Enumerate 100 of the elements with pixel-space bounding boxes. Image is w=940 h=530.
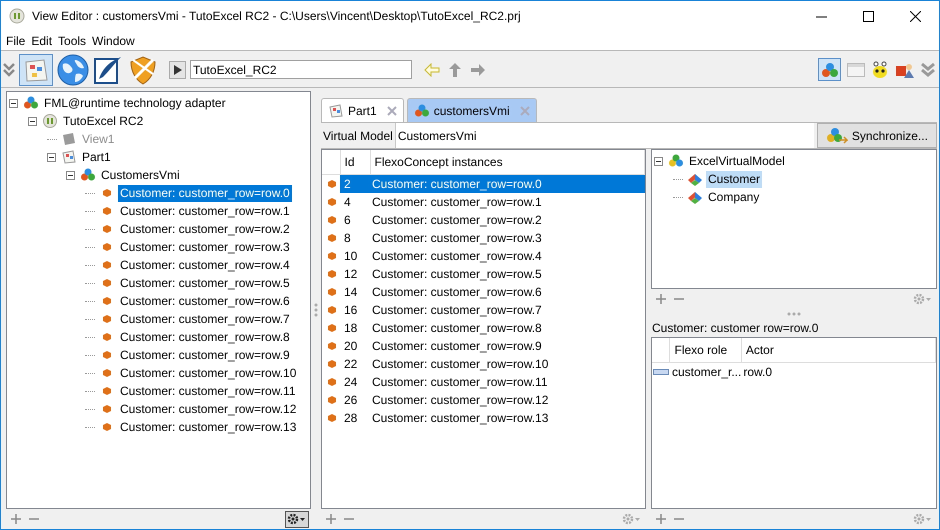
tree-item[interactable]: Customer: customer_row=row.11 <box>118 382 298 400</box>
table-cell[interactable]: 28 <box>340 408 370 426</box>
tree-item[interactable]: Customer: customer_row=row.1 <box>118 202 292 220</box>
table-cell[interactable]: 2 <box>340 174 370 192</box>
tree-item[interactable]: Part1 <box>80 148 113 166</box>
table-cell[interactable]: Customer: customer_row=row.10 <box>370 354 644 372</box>
forward-arrow-icon[interactable] <box>470 62 486 76</box>
table-cell[interactable]: Customer: customer_row=row.5 <box>370 264 644 282</box>
menu-item[interactable]: File <box>3 32 28 50</box>
document-quill-icon[interactable] <box>93 54 123 84</box>
app-icon <box>9 8 25 24</box>
cubes-icon <box>80 167 96 183</box>
collapse-icon[interactable] <box>654 156 663 166</box>
add-icon[interactable] <box>653 511 669 527</box>
tree-item[interactable]: Company <box>706 188 762 206</box>
tree-item[interactable]: Customer: customer_row=row.7 <box>118 310 292 328</box>
splitter-handle-icon[interactable] <box>786 312 802 316</box>
cubes-tool-button[interactable] <box>818 58 841 81</box>
tree-item[interactable]: Customer: customer_row=row.4 <box>118 256 292 274</box>
gear-icon[interactable] <box>622 513 642 525</box>
add-icon[interactable] <box>8 511 24 527</box>
table-cell[interactable]: 8 <box>340 228 370 246</box>
table-cell[interactable]: 10 <box>340 246 370 264</box>
back-arrow-icon[interactable] <box>424 62 440 76</box>
up-arrow-icon[interactable] <box>448 62 462 78</box>
collapse-icon[interactable] <box>66 170 75 180</box>
tab[interactable]: Part1 <box>321 98 404 122</box>
diagram-icon <box>61 149 77 165</box>
tree-item[interactable]: Customer: customer_row=row.3 <box>118 238 292 256</box>
tree-item[interactable]: Customer: customer_row=row.0 <box>118 184 292 202</box>
gear-icon[interactable] <box>913 293 933 305</box>
tree-item[interactable]: Customer: customer_row=row.9 <box>118 346 292 364</box>
close-icon[interactable] <box>910 10 921 22</box>
tab[interactable]: customersVmi <box>406 98 537 122</box>
tree-item[interactable]: Customer: customer_row=row.6 <box>118 292 292 310</box>
table-cell[interactable]: 16 <box>340 300 370 318</box>
collapse-icon[interactable] <box>47 152 56 162</box>
table-cell[interactable]: Customer: customer_row=row.3 <box>370 228 644 246</box>
path-field[interactable]: TutoExcel_RC2 <box>190 60 412 79</box>
puzzle-icon <box>687 171 703 187</box>
table-cell[interactable]: Customer: customer_row=row.2 <box>370 210 644 228</box>
tree-item[interactable]: CustomersVmi <box>99 166 182 184</box>
synchronize-button[interactable]: Synchronize... <box>816 123 937 148</box>
maximize-icon[interactable] <box>863 10 874 22</box>
tree-item[interactable]: Customer: customer_row=row.2 <box>118 220 292 238</box>
gear-icon[interactable] <box>913 513 933 525</box>
table-cell[interactable]: 6 <box>340 210 370 228</box>
table-cell[interactable]: 24 <box>340 372 370 390</box>
table-cell[interactable]: Customer: customer_row=row.1 <box>370 192 644 210</box>
table-cell[interactable]: Customer: customer_row=row.11 <box>370 372 644 390</box>
tree-item[interactable]: ExcelVirtualModel <box>687 152 787 170</box>
tree-item[interactable]: Customer: customer_row=row.8 <box>118 328 292 346</box>
collapse-icon[interactable] <box>28 116 37 126</box>
collapse-icon[interactable] <box>9 98 18 108</box>
table-cell[interactable]: 12 <box>340 264 370 282</box>
table-cell[interactable]: 14 <box>340 282 370 300</box>
tree-item[interactable]: Customer <box>706 170 762 188</box>
table-cell[interactable]: Customer: customer_row=row.0 <box>370 174 644 192</box>
view-icon <box>61 131 77 147</box>
window-icon[interactable] <box>847 62 865 76</box>
double-chevron-icon[interactable] <box>3 62 15 76</box>
tree-item[interactable]: Customer: customer_row=row.10 <box>118 364 298 382</box>
add-icon[interactable] <box>323 511 339 527</box>
globe-icon[interactable] <box>57 54 89 86</box>
tree-item[interactable]: Customer: customer_row=row.5 <box>118 274 292 292</box>
table-cell[interactable]: 18 <box>340 318 370 336</box>
column-header[interactable]: FlexoConcept instances <box>370 150 644 174</box>
table-cell[interactable]: 20 <box>340 336 370 354</box>
tree-item[interactable]: Customer: customer_row=row.13 <box>118 418 298 436</box>
menu-item[interactable]: Window <box>89 32 138 50</box>
splitter-handle-icon[interactable] <box>314 302 318 318</box>
table-cell[interactable]: Customer: customer_row=row.8 <box>370 318 644 336</box>
add-icon[interactable] <box>653 291 669 307</box>
table-cell[interactable]: Customer: customer_row=row.9 <box>370 336 644 354</box>
column-header[interactable]: Id <box>340 150 370 174</box>
project-icon <box>42 113 58 129</box>
bee-icon[interactable] <box>871 60 889 78</box>
table-cell[interactable]: 26 <box>340 390 370 408</box>
tree-item[interactable]: FML@runtime technology adapter <box>42 94 228 112</box>
column-header[interactable]: Flexo role <box>670 338 742 362</box>
table-cell[interactable]: Customer: customer_row=row.12 <box>370 390 644 408</box>
play-icon[interactable] <box>169 60 186 78</box>
gear-menu-button[interactable] <box>285 510 309 528</box>
table-cell[interactable]: Customer: customer_row=row.7 <box>370 300 644 318</box>
table-cell[interactable]: Customer: customer_row=row.4 <box>370 246 644 264</box>
field-type-icon <box>653 368 669 374</box>
table-cell[interactable]: Customer: customer_row=row.13 <box>370 408 644 426</box>
menu-item[interactable]: Edit <box>28 32 56 50</box>
tree-item[interactable]: Customer: customer_row=row.12 <box>118 400 298 418</box>
table-cell[interactable]: Customer: customer_row=row.6 <box>370 282 644 300</box>
double-chevron-icon[interactable] <box>921 62 935 78</box>
column-header[interactable]: Actor <box>741 338 936 362</box>
tree-item[interactable]: TutoExcel RC2 <box>61 112 146 130</box>
menu-item[interactable]: Tools <box>55 32 90 50</box>
table-cell[interactable]: 4 <box>340 192 370 210</box>
table-cell: row.0 <box>741 362 936 380</box>
diagram-tool-button[interactable] <box>19 54 53 86</box>
table-cell[interactable]: 22 <box>340 354 370 372</box>
cubes-icon <box>668 153 684 169</box>
virtual-model-field[interactable]: CustomersVmi <box>396 123 814 148</box>
